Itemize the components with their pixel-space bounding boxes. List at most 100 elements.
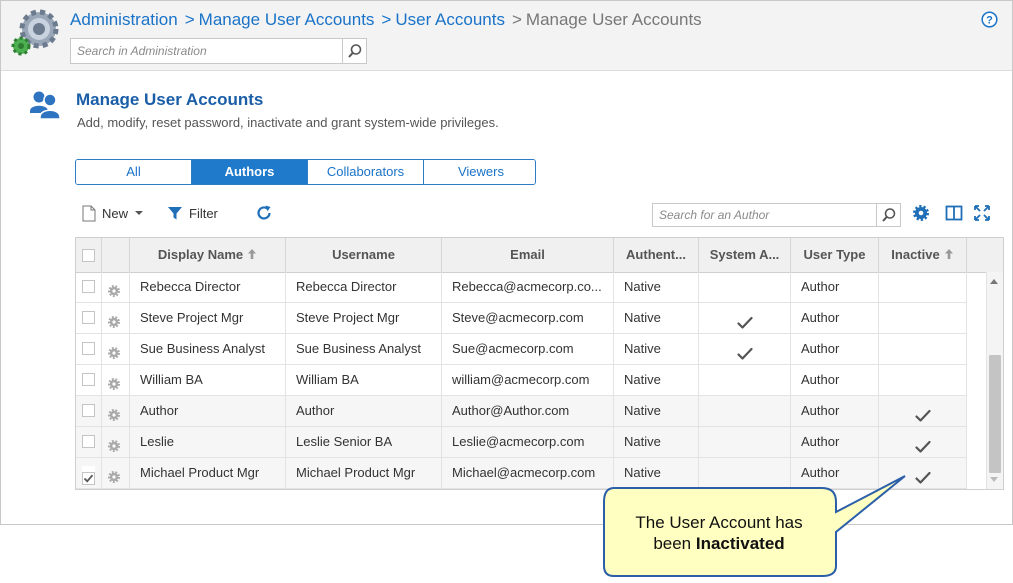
scroll-thumb[interactable]: [989, 355, 1001, 473]
cell-inactive: [879, 303, 967, 333]
admin-search-input[interactable]: [71, 39, 343, 63]
scroll-down-arrow[interactable]: [990, 477, 998, 482]
row-checkbox[interactable]: [82, 466, 95, 485]
cell-select: [76, 458, 102, 488]
cell-system-admin: [699, 303, 791, 333]
header-user-type[interactable]: User Type: [791, 238, 879, 272]
tab-viewers[interactable]: Viewers: [424, 160, 535, 184]
select-all-checkbox[interactable]: [82, 249, 95, 262]
table-row[interactable]: Author Author Author@Author.com Native Autho…: [76, 396, 967, 427]
refresh-icon[interactable]: [255, 204, 273, 222]
user-accounts-grid: Display Name Username Email Authent... S…: [75, 237, 1004, 490]
svg-text:?: ?: [986, 15, 993, 27]
cell-user-type: Author: [791, 272, 879, 302]
chevron-down-icon: [135, 211, 144, 215]
header-display-name[interactable]: Display Name: [130, 238, 286, 272]
cell-inactive: [879, 365, 967, 395]
settings-gear-icon[interactable]: [912, 204, 930, 222]
breadcrumb-administration[interactable]: Administration: [70, 10, 178, 29]
cell-username: Author: [286, 396, 442, 426]
cell-user-type: Author: [791, 365, 879, 395]
cell-inactive: [879, 427, 967, 457]
table-row[interactable]: William BA William BA william@acmecorp.com…: [76, 365, 967, 396]
header-select-all: [76, 238, 102, 272]
checkmark-icon: [736, 316, 753, 329]
cell-email: Rebecca@acmecorp.co...: [442, 272, 614, 302]
row-gear-icon[interactable]: [107, 465, 121, 484]
cell-actions: [102, 365, 130, 395]
cell-email: william@acmecorp.com: [442, 365, 614, 395]
breadcrumb-user-accounts[interactable]: User Accounts: [395, 10, 505, 29]
cell-display-name: Sue Business Analyst: [130, 334, 286, 364]
cell-system-admin: [699, 396, 791, 426]
table-row[interactable]: Leslie Leslie Senior BA Leslie@acmecorp.co…: [76, 427, 967, 458]
header-filler: [967, 238, 1003, 272]
row-checkbox[interactable]: [82, 435, 95, 448]
row-gear-icon[interactable]: [107, 403, 121, 422]
cell-authentication: Native: [614, 427, 699, 457]
new-document-icon: [82, 205, 96, 221]
tab-collaborators[interactable]: Collaborators: [308, 160, 424, 184]
row-gear-icon[interactable]: [107, 372, 121, 391]
row-checkbox[interactable]: [82, 311, 95, 324]
cell-username: Sue Business Analyst: [286, 334, 442, 364]
new-button[interactable]: New: [82, 204, 144, 222]
cell-email: Michael@acmecorp.com: [442, 458, 614, 488]
search-icon: [347, 44, 361, 58]
scroll-up-arrow[interactable]: [990, 279, 998, 284]
cell-email: Sue@acmecorp.com: [442, 334, 614, 364]
breadcrumb-current: Manage User Accounts: [525, 10, 702, 29]
fullscreen-icon[interactable]: [973, 204, 991, 222]
cell-user-type: Author: [791, 303, 879, 333]
cell-display-name: William BA: [130, 365, 286, 395]
filter-button[interactable]: Filter: [167, 204, 218, 222]
sort-up-icon: [944, 249, 953, 259]
header-inactive-label: Inactive: [891, 247, 940, 262]
cell-authentication: Native: [614, 334, 699, 364]
header-system-admin[interactable]: System A...: [699, 238, 791, 272]
breadcrumb-separator: >: [381, 10, 392, 29]
help-icon[interactable]: ?: [981, 11, 998, 28]
header-actions: [102, 238, 130, 272]
breadcrumb-separator: >: [184, 10, 195, 29]
row-gear-icon[interactable]: [107, 310, 121, 329]
callout-line2-prefix: been: [653, 534, 696, 553]
row-gear-icon[interactable]: [107, 279, 121, 298]
breadcrumb-separator: >: [511, 10, 522, 29]
search-icon: [881, 208, 895, 222]
row-checkbox[interactable]: [82, 342, 95, 355]
cell-username: Steve Project Mgr: [286, 303, 442, 333]
cell-select: [76, 396, 102, 426]
table-row[interactable]: Steve Project Mgr Steve Project Mgr Steve@…: [76, 303, 967, 334]
row-checkbox[interactable]: [82, 280, 95, 293]
columns-icon[interactable]: [945, 204, 963, 222]
row-gear-icon[interactable]: [107, 341, 121, 360]
author-search-input[interactable]: [653, 204, 877, 226]
row-checkbox[interactable]: [82, 373, 95, 386]
header-email[interactable]: Email: [442, 238, 614, 272]
cell-select: [76, 303, 102, 333]
tab-all[interactable]: All: [76, 160, 192, 184]
header-authentication[interactable]: Authent...: [614, 238, 699, 272]
grid-scrollbar[interactable]: [986, 272, 1003, 489]
cell-email: Steve@acmecorp.com: [442, 303, 614, 333]
callout-line1: The User Account has: [635, 513, 803, 532]
breadcrumb-manage-user-accounts[interactable]: Manage User Accounts: [199, 10, 375, 29]
checkmark-icon: [914, 409, 931, 422]
cell-actions: [102, 334, 130, 364]
cell-display-name: Michael Product Mgr: [130, 458, 286, 488]
tab-authors[interactable]: Authors: [192, 160, 308, 184]
row-checkbox[interactable]: [82, 404, 95, 417]
table-row[interactable]: Sue Business Analyst Sue Business Analyst…: [76, 334, 967, 365]
author-search-button[interactable]: [876, 204, 900, 226]
admin-search-button[interactable]: [342, 39, 366, 63]
header-inactive[interactable]: Inactive: [879, 238, 967, 272]
table-row[interactable]: Rebecca Director Rebecca Director Rebecca@…: [76, 272, 967, 303]
cell-select: [76, 334, 102, 364]
cell-authentication: Native: [614, 303, 699, 333]
cell-actions: [102, 396, 130, 426]
row-gear-icon[interactable]: [107, 434, 121, 453]
cell-actions: [102, 427, 130, 457]
header-username[interactable]: Username: [286, 238, 442, 272]
cell-authentication: Native: [614, 272, 699, 302]
